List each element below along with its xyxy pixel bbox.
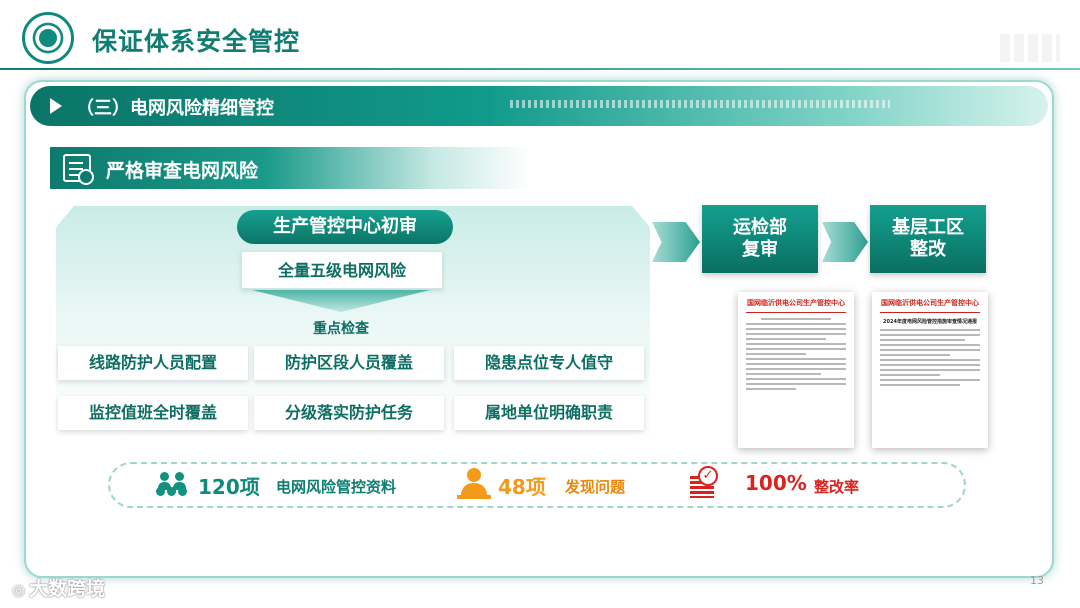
stat-number: 100% [745,471,807,495]
stat-label: 整改率 [814,478,860,496]
stat-label: 发现问题 [565,478,626,496]
check-item: 分级落实防护任务 [254,396,444,430]
stage-workshop-rectify: 基层工区 整改 [870,205,986,273]
document-settings-icon [63,154,94,185]
page-title: 保证体系安全管控 [92,27,301,56]
people-group-icon [156,470,188,500]
company-logo-icon [22,12,74,64]
section-title: （三）电网风险精细管控 [76,98,274,119]
stage-label-line1: 基层工区 [892,217,964,238]
brand-text: 大数跨境 [29,578,106,600]
stage-label-line1: 运检部 [733,217,787,238]
user-desk-icon [457,468,491,500]
play-triangle-icon [50,98,62,114]
watermark-brand: ◎ 大数跨境 [12,574,105,601]
check-item: 隐患点位专人值守 [454,346,644,380]
section-header-bar: （三）电网风险精细管控 [30,86,1048,126]
stage-label-line2: 复审 [742,239,778,260]
stage-maintenance-review: 运检部 复审 [702,205,818,273]
check-item: 线路防护人员配置 [58,346,248,380]
page-number: 13 [1030,574,1044,587]
document-title: 2024年度电网风险管控措施审查情况通报 [883,319,977,325]
decorative-streak [510,100,890,108]
document-thumbnail: 国网临沂供电公司生产管控中心 2024年度电网风险管控措施审查情况通报 [872,292,988,448]
document-header: 国网临沂供电公司生产管控中心 [747,298,845,307]
all-risk-card: 全量五级电网风险 [241,251,443,289]
check-item: 属地单位明确职责 [454,396,644,430]
decorative-stripes [1000,34,1060,62]
document-header: 国网临沂供电公司生产管控中心 [881,298,979,307]
stage-label-line2: 整改 [910,239,946,260]
stat-label: 电网风险管控资料 [276,478,397,496]
top-bar: 保证体系安全管控 [0,0,1080,76]
subsection-title: 严格审查电网风险 [106,160,259,182]
check-item: 防护区段人员覆盖 [254,346,444,380]
stat-number: 120项 [198,475,260,499]
checklist-icon: ✓ [688,466,720,500]
stat-number: 48项 [498,475,546,499]
document-thumbnail: 国网临沂供电公司生产管控中心 [738,292,854,448]
title-divider [0,68,1080,70]
center-review-pill: 生产管控中心初审 [237,210,453,244]
focus-check-label: 重点检查 [313,321,369,337]
check-item: 监控值班全时覆盖 [58,396,248,430]
brand-mark-icon: ◎ [12,581,26,599]
